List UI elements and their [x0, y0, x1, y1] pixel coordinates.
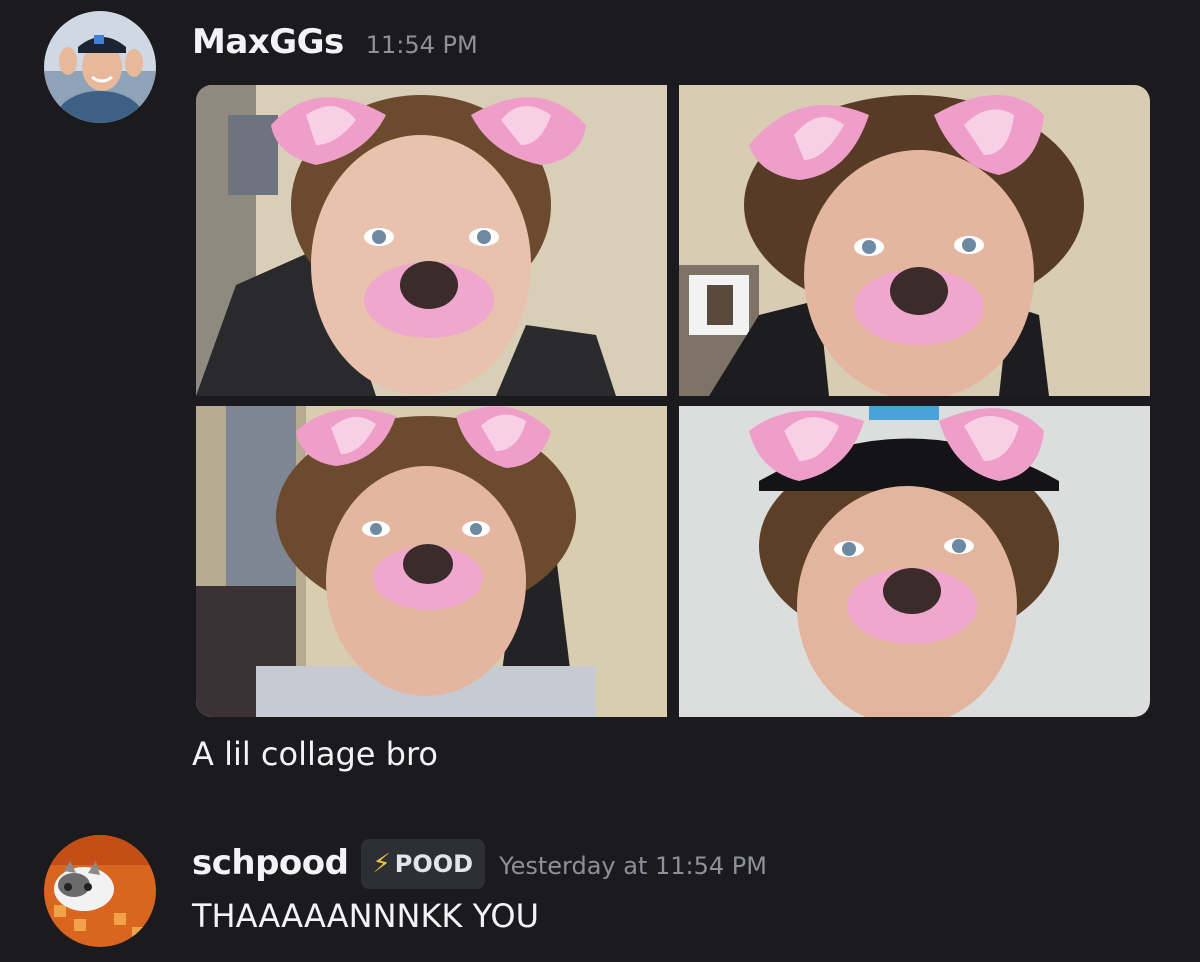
username[interactable]: schpood — [192, 843, 349, 883]
timestamp[interactable]: 11:54 PM — [366, 31, 478, 59]
avatar-maxggs[interactable] — [44, 11, 156, 123]
message-text: THAAAAANNNKK YOU — [192, 897, 539, 935]
timestamp[interactable]: Yesterday at 11:54 PM — [499, 852, 767, 880]
server-tag[interactable]: ⚡ POOD — [360, 839, 486, 889]
lightning-icon: ⚡ — [372, 849, 391, 879]
image-collage — [196, 85, 1150, 717]
collage-photo-4[interactable] — [679, 406, 1150, 717]
message-header: MaxGGs 11:54 PM — [192, 22, 478, 62]
collage-photo-1[interactable] — [196, 85, 667, 396]
collage-photo-2[interactable] — [679, 85, 1150, 396]
server-tag-label: POOD — [394, 850, 474, 878]
message-header: schpood ⚡ POOD Yesterday at 11:54 PM — [192, 839, 767, 893]
collage-photo-3[interactable] — [196, 406, 667, 717]
username[interactable]: MaxGGs — [192, 22, 344, 62]
avatar-schpood[interactable] — [44, 835, 156, 947]
message-text: A lil collage bro — [192, 735, 438, 773]
